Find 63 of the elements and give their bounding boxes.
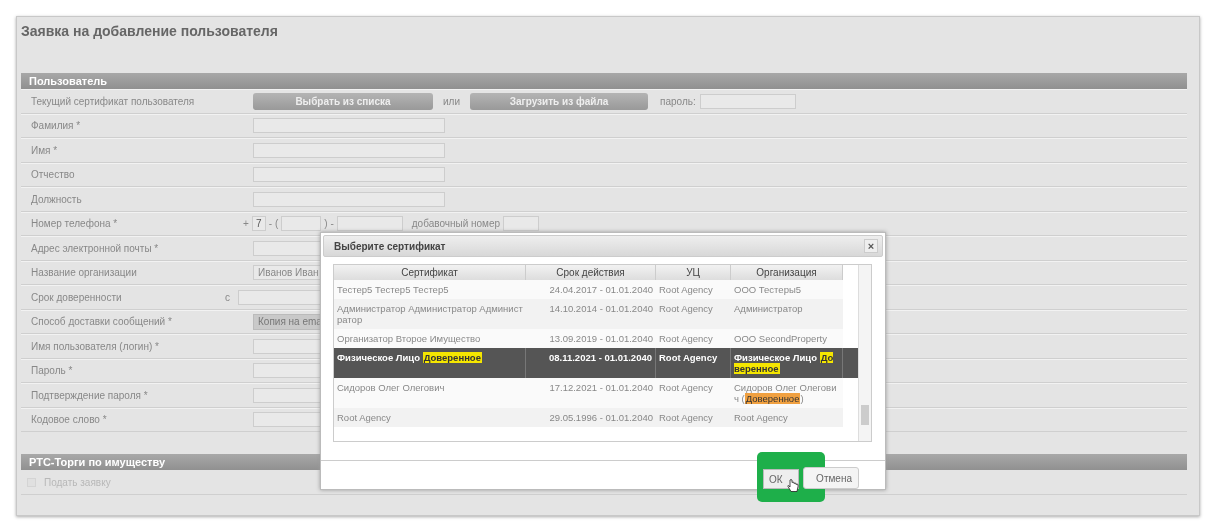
table-cell[interactable]: Сидоров Олег Олегович xyxy=(334,378,526,408)
field-label: Номер телефона * xyxy=(31,218,118,230)
column-header[interactable]: Срок действия xyxy=(526,265,656,280)
field-label: Пароль * xyxy=(31,365,73,377)
table-row[interactable]: Организатор Второе Имущество 13.09.2019 - 01.01.2040 Root Agency ООО SecondProperty xyxy=(334,329,858,348)
field-label: Имя пользователя (логин) * xyxy=(31,340,159,352)
choose-from-list-button[interactable]: Выбрать из списка xyxy=(253,92,433,110)
table-cell[interactable]: 13.09.2019 - 01.01.2040 xyxy=(526,329,656,348)
table-cell[interactable]: Root Agency xyxy=(656,408,731,427)
column-header[interactable]: Сертификат xyxy=(334,265,526,280)
field-label: Адрес электронной почты * xyxy=(31,242,159,254)
table-row[interactable]: Физическое Лицо Доверенное 08.11.2021 - 01.01.2040 Root Agency Физическое Лицо Доверенное xyxy=(334,348,858,378)
upload-from-file-button[interactable]: Загрузить из файла xyxy=(470,92,648,110)
field-label: Фамилия * xyxy=(31,120,81,132)
column-header[interactable]: УЦ xyxy=(656,265,731,280)
table-cell[interactable]: Организатор Второе Имущество xyxy=(334,329,526,348)
table-cell[interactable]: Root Agency xyxy=(656,378,731,408)
table-cell[interactable]: 24.04.2017 - 01.01.2040 xyxy=(526,280,656,299)
field-label: Кодовое слово * xyxy=(31,414,107,426)
table-cell[interactable]: Администратор xyxy=(731,299,843,329)
table-cell[interactable]: Тестер5 Тестер5 Тестер5 xyxy=(334,280,526,299)
field-label: Название организации xyxy=(31,267,137,279)
table-row[interactable]: Тестер5 Тестер5 Тестер5 24.04.2017 - 01.01.2040 Root Agency ООО Тестеры5 xyxy=(334,280,858,299)
separator-text: - ( xyxy=(268,218,279,230)
table-cell[interactable]: Root Agency xyxy=(334,408,526,427)
plus-text: + xyxy=(243,218,249,230)
table-cell[interactable]: Root Agency xyxy=(656,329,731,348)
table-cell[interactable]: 17.12.2021 - 01.01.2040 xyxy=(526,378,656,408)
table-cell[interactable]: 14.10.2014 - 01.01.2040 xyxy=(526,299,656,329)
table-cell[interactable]: 29.05.1996 - 01.01.2040 xyxy=(526,408,656,427)
table-cell[interactable]: ООО Тестеры5 xyxy=(731,280,843,299)
table-cell[interactable]: Root Agency xyxy=(656,299,731,329)
field-label: Должность xyxy=(31,193,82,205)
table-cell[interactable]: Администратор Администратор Администратор xyxy=(334,299,526,329)
field-label: Имя * xyxy=(31,144,58,156)
field-label: Срок доверенности xyxy=(31,291,122,303)
section-title: Пользователь xyxy=(29,74,107,89)
table-row[interactable]: Администратор Администратор Администратор 14.10.2014 - 01.01.2040 Root Agency Администратор xyxy=(334,299,858,329)
separator-text: ) - xyxy=(324,218,334,230)
extension-label: добавочный номер xyxy=(411,218,501,230)
cancel-button[interactable]: Отмена xyxy=(803,467,859,489)
table-cell[interactable]: Сидоров Олег Олегович (Доверенное) xyxy=(731,378,843,408)
table-cell[interactable]: ООО SecondProperty xyxy=(731,329,843,348)
field-label: Текущий сертификат пользователя xyxy=(31,95,195,107)
field-label: Отчество xyxy=(31,169,75,181)
dialog-title: Выберите сертификат xyxy=(334,240,446,252)
field-label: Подтверждение пароля * xyxy=(31,389,148,401)
table-row[interactable]: Root Agency 29.05.1996 - 01.01.2040 Root Agency Root Agency xyxy=(334,408,858,427)
table-cell[interactable]: Root Agency xyxy=(656,280,731,299)
table-row[interactable]: Сидоров Олег Олегович 17.12.2021 - 01.01.2040 Root Agency Сидоров Олег Олегович (Доверенное) xyxy=(334,378,858,408)
table-cell[interactable]: Root Agency xyxy=(731,408,843,427)
close-button[interactable]: × xyxy=(864,239,878,253)
section-title: РТС-Торги по имуществу xyxy=(29,455,166,470)
page-title: Заявка на добавление пользователя xyxy=(21,23,278,39)
column-header[interactable]: Организация xyxy=(731,265,843,280)
table-cell[interactable]: Физическое Лицо Доверенное xyxy=(334,348,526,378)
table-cell[interactable]: Физическое Лицо Доверенное xyxy=(731,348,843,378)
from-label: с xyxy=(225,291,230,303)
field-label: Способ доставки сообщений * xyxy=(31,316,172,328)
or-text: или xyxy=(443,95,460,107)
country-code-field[interactable]: 7 xyxy=(251,216,266,232)
password-label: пароль: xyxy=(660,95,696,107)
table-cell[interactable]: Root Agency xyxy=(656,348,731,378)
